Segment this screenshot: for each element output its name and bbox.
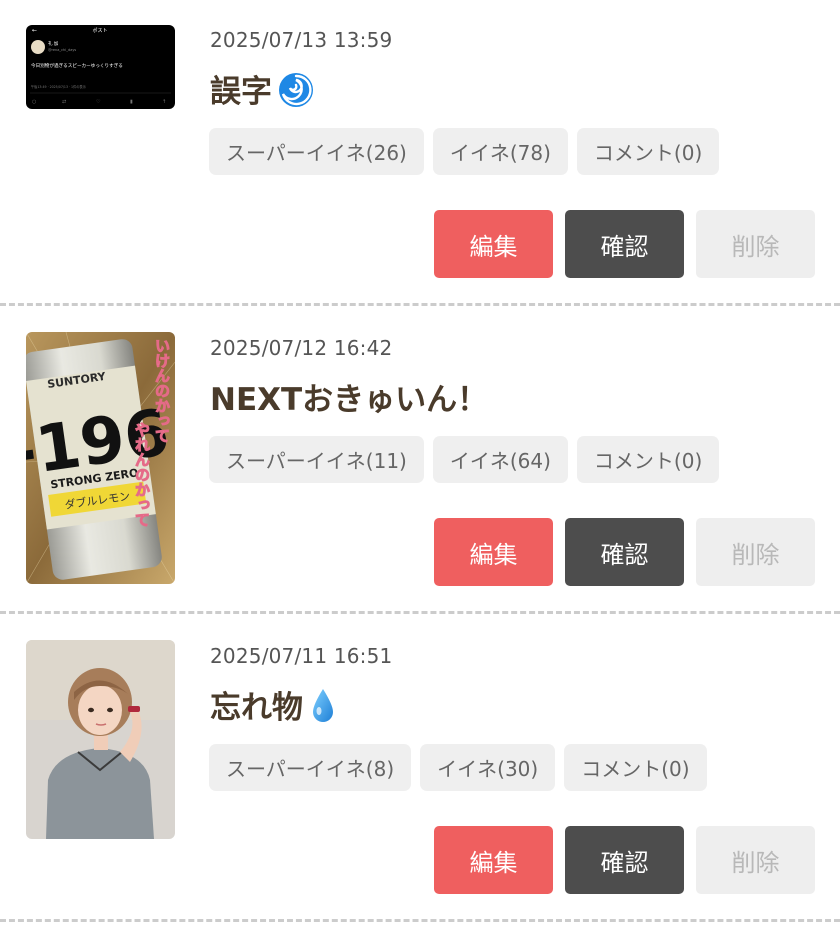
reaction-chips: スーパーイイネ(8) イイネ(30) コメント(0) [209,744,707,791]
svg-text:@rena_chi_days: @rena_chi_days [48,48,76,52]
svg-text:▮: ▮ [130,99,133,105]
post-item: 2025/07/11 16:51 忘れ物 スーパーイイネ(8) イイネ(30) … [0,616,840,928]
post-item: SUNTORY -196 STRONG ZERO ダブルレモン いけんのかって … [0,308,840,614]
svg-text:○: ○ [32,99,36,105]
post-title: 誤字 [210,66,314,116]
post-thumbnail[interactable]: SUNTORY -196 STRONG ZERO ダブルレモン いけんのかって … [26,332,175,584]
iine-chip[interactable]: イイネ(30) [420,744,556,791]
super-iine-chip[interactable]: スーパーイイネ(26) [209,128,424,175]
delete-button[interactable]: 削除 [696,518,815,586]
svg-text:いけんのかって: いけんのかって [153,338,171,443]
post-title-text: 誤字 [210,74,272,110]
post-date: 2025/07/11 16:51 [210,644,393,668]
edit-button[interactable]: 編集 [434,210,553,278]
post-title: 忘れ物 [210,682,337,733]
post-divider [0,303,840,306]
confirm-button[interactable]: 確認 [565,518,684,586]
post-title-text: NEXTおきゅいん！ [210,382,489,418]
iine-chip[interactable]: イイネ(64) [432,436,568,483]
confirm-button[interactable]: 確認 [565,210,684,278]
edit-button[interactable]: 編集 [434,518,553,586]
delete-button[interactable]: 削除 [696,826,815,894]
super-iine-chip[interactable]: スーパーイイネ(8) [209,744,412,791]
tweet-screenshot-image: ポスト ← 礼 加 @rena_chi_days 今日別物が過ぎるスピーカーゆっ… [26,25,175,109]
reaction-chips: スーパーイイネ(26) イイネ(78) コメント(0) [209,128,720,175]
delete-button[interactable]: 削除 [696,210,815,278]
svg-text:⇄: ⇄ [62,99,66,105]
confirm-button[interactable]: 確認 [565,826,684,894]
svg-text:やれんのかって: やれんのかって [133,422,151,527]
post-title-text: 忘れ物 [210,690,303,726]
post-actions: 編集 確認 削除 [434,210,815,278]
post-divider [0,919,840,922]
post-thumbnail[interactable]: ポスト ← 礼 加 @rena_chi_days 今日別物が過ぎるスピーカーゆっ… [26,25,175,109]
cyclone-icon [278,72,314,116]
can-photo-image: SUNTORY -196 STRONG ZERO ダブルレモン いけんのかって … [26,332,175,584]
svg-text:↑: ↑ [162,99,166,105]
comment-chip[interactable]: コメント(0) [564,744,707,791]
post-actions: 編集 確認 削除 [434,826,815,894]
portrait-photo-image [26,640,175,839]
post-divider [0,611,840,614]
post-title: NEXTおきゅいん！ [210,374,488,419]
post-item: ポスト ← 礼 加 @rena_chi_days 今日別物が過ぎるスピーカーゆっ… [0,0,840,306]
svg-text:礼 加: 礼 加 [48,40,59,47]
post-thumbnail[interactable] [26,640,175,839]
svg-text:午後13:49 · 2025/07/13 · 1件の表示: 午後13:49 · 2025/07/13 · 1件の表示 [31,84,86,89]
reaction-chips: スーパーイイネ(11) イイネ(64) コメント(0) [209,436,720,483]
post-date: 2025/07/13 13:59 [210,28,393,52]
comment-chip[interactable]: コメント(0) [576,128,720,175]
post-date: 2025/07/12 16:42 [210,336,393,360]
super-iine-chip[interactable]: スーパーイイネ(11) [209,436,424,483]
post-actions: 編集 確認 削除 [434,518,815,586]
iine-chip[interactable]: イイネ(78) [432,128,568,175]
droplet-icon [309,687,337,733]
svg-text:今日別物が過ぎるスピーカーゆっくりすぎる: 今日別物が過ぎるスピーカーゆっくりすぎる [31,62,123,69]
svg-text:ポスト: ポスト [92,27,107,34]
svg-text:←: ← [32,27,37,34]
edit-button[interactable]: 編集 [434,826,553,894]
comment-chip[interactable]: コメント(0) [576,436,720,483]
svg-text:♡: ♡ [96,99,100,105]
